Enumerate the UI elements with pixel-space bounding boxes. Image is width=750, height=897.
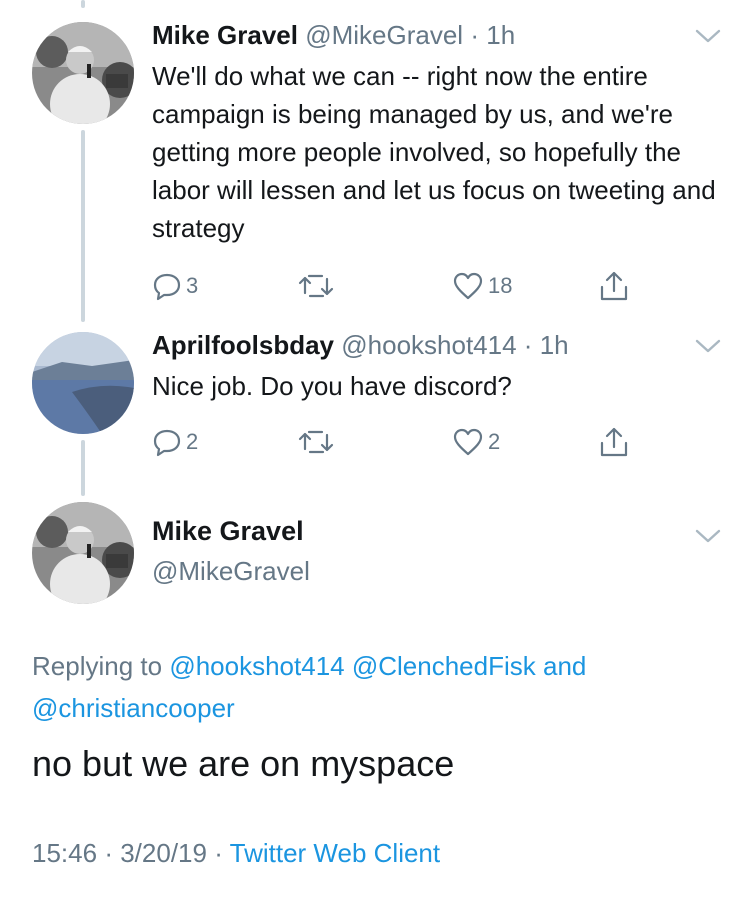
reply-button[interactable]: 3 bbox=[152, 268, 198, 304]
tweet-time[interactable]: 1h bbox=[486, 20, 515, 50]
tweet-actions: 2 2 bbox=[152, 424, 652, 460]
mention-link[interactable]: @christiancooper bbox=[32, 693, 235, 723]
reply-count: 2 bbox=[186, 429, 199, 454]
mention-link[interactable]: @ClenchedFisk bbox=[352, 651, 536, 681]
tweet-header: Mike Gravel @MikeGravel · 1h bbox=[152, 20, 515, 50]
tweet-actions: 3 18 bbox=[152, 268, 652, 304]
share-button[interactable] bbox=[598, 424, 630, 460]
tweet-time[interactable]: 1h bbox=[540, 330, 569, 360]
separator-dot: · bbox=[214, 838, 223, 868]
and-others-link[interactable]: and bbox=[543, 651, 586, 681]
avatar-mike-gravel[interactable] bbox=[32, 502, 134, 604]
author-handle[interactable]: @MikeGravel bbox=[305, 20, 463, 50]
retweet-button[interactable] bbox=[298, 268, 338, 304]
separator-dot: · bbox=[104, 838, 113, 868]
author-name[interactable]: Mike Gravel bbox=[152, 516, 304, 547]
author-name[interactable]: Mike Gravel bbox=[152, 20, 298, 50]
like-count: 18 bbox=[488, 273, 513, 298]
tweet-text: no but we are on myspace bbox=[32, 743, 455, 784]
chevron-down-icon[interactable] bbox=[694, 26, 722, 46]
replying-prefix: Replying to bbox=[32, 651, 163, 681]
separator-dot: · bbox=[470, 20, 479, 50]
separator-dot: · bbox=[523, 330, 533, 360]
like-button[interactable]: 18 bbox=[452, 268, 512, 304]
heart-icon bbox=[453, 428, 483, 456]
author-handle[interactable]: @MikeGravel bbox=[152, 556, 310, 587]
tweet-text: Nice job. Do you have discord? bbox=[152, 371, 512, 401]
heart-icon bbox=[453, 272, 483, 300]
retweet-button[interactable] bbox=[298, 424, 338, 460]
avatar-aprilfoolsbday[interactable] bbox=[32, 332, 134, 434]
like-button[interactable]: 2 bbox=[452, 424, 500, 460]
reply-button[interactable]: 2 bbox=[152, 424, 198, 460]
author-name[interactable]: Aprilfoolsbday bbox=[152, 330, 334, 360]
thread-line bbox=[81, 440, 85, 496]
author-handle[interactable]: @hookshot414 bbox=[341, 330, 516, 360]
tweet-meta: 15:46 · 3/20/19 · Twitter Web Client bbox=[32, 838, 440, 869]
thread-line bbox=[81, 130, 85, 322]
tweet-date: 3/20/19 bbox=[120, 838, 207, 868]
tweet-header: Aprilfoolsbday @hookshot414 · 1h bbox=[152, 330, 569, 360]
reply-icon bbox=[153, 429, 181, 457]
reply-count: 3 bbox=[186, 273, 199, 298]
thread-line bbox=[81, 0, 85, 8]
mention-link[interactable]: @hookshot414 bbox=[169, 651, 344, 681]
like-count: 2 bbox=[488, 429, 501, 454]
share-icon bbox=[600, 271, 628, 301]
source-link[interactable]: Twitter Web Client bbox=[230, 838, 440, 868]
retweet-icon bbox=[298, 274, 334, 298]
chevron-down-icon[interactable] bbox=[694, 336, 722, 356]
tweet-text: We'll do what we can -- right now the en… bbox=[152, 61, 716, 243]
avatar-mike-gravel[interactable] bbox=[32, 22, 134, 124]
replying-to: Replying to @hookshot414 @ClenchedFisk a… bbox=[32, 645, 722, 729]
reply-icon bbox=[153, 273, 181, 301]
share-icon bbox=[600, 427, 628, 457]
chevron-down-icon[interactable] bbox=[694, 526, 722, 546]
retweet-icon bbox=[298, 430, 334, 454]
share-button[interactable] bbox=[598, 268, 630, 304]
tweet-time: 15:46 bbox=[32, 838, 98, 868]
